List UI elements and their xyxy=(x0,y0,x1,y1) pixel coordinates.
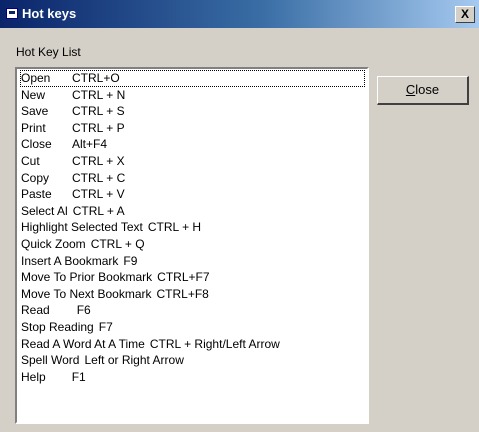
hot-key-shortcut: CTRL + H xyxy=(147,220,202,235)
hot-key-action: Stop Reading xyxy=(21,319,94,334)
hot-key-item[interactable]: Paste CTRL + V xyxy=(21,186,367,203)
hot-key-shortcut: CTRL + S xyxy=(72,104,125,119)
app-window-icon xyxy=(6,8,18,19)
hot-key-item[interactable]: Save CTRL + S xyxy=(21,103,367,120)
hot-key-item[interactable]: Copy CTRL + C xyxy=(21,170,367,187)
hot-key-action: Save xyxy=(21,104,49,119)
hot-key-item[interactable]: Move To Next Bookmark CTRL+F8 xyxy=(21,286,367,303)
hot-key-action: Help xyxy=(21,369,46,384)
hot-key-item[interactable]: Cut CTRL + X xyxy=(21,153,367,170)
hot-key-item[interactable]: Read A Word At A Time CTRL + Right/Left A… xyxy=(21,336,367,353)
hot-key-action: Spell Word xyxy=(21,353,80,368)
hot-key-action: Close xyxy=(21,137,52,152)
hot-key-shortcut: F9 xyxy=(123,253,138,268)
hot-key-item[interactable]: New CTRL + N xyxy=(21,87,367,104)
hot-key-item[interactable]: Quick Zoom CTRL + Q xyxy=(21,236,367,253)
close-button-label: lose xyxy=(415,82,440,97)
close-button[interactable]: Close xyxy=(377,76,469,105)
hot-key-action: Highlight Selected Text xyxy=(21,220,143,235)
hot-key-action: Cut xyxy=(21,153,40,168)
hot-key-action: Quick Zoom xyxy=(21,236,86,251)
hot-key-action: Select Al xyxy=(21,203,68,218)
hot-key-shortcut: CTRL + C xyxy=(72,170,126,185)
hot-key-shortcut: CTRL+F8 xyxy=(156,286,209,301)
hot-key-item[interactable]: Close Alt+F4 xyxy=(21,136,367,153)
hot-key-shortcut: CTRL+F7 xyxy=(157,270,210,285)
hot-key-shortcut: Alt+F4 xyxy=(72,137,108,152)
hot-key-item[interactable]: Read F6 xyxy=(21,302,367,319)
hot-key-action: Open xyxy=(21,71,51,85)
hot-key-action: Paste xyxy=(21,187,52,202)
hot-key-listbox[interactable]: Open CTRL+O New CTRL + N Save CTRL + S Print CT… xyxy=(15,67,369,424)
hot-key-action: Copy xyxy=(21,170,50,185)
hot-key-shortcut: Left or Right Arrow xyxy=(84,353,184,368)
hot-key-action: Read xyxy=(21,303,50,318)
hot-key-action: Insert A Bookmark xyxy=(21,253,119,268)
hot-key-shortcut: CTRL + Q xyxy=(90,236,145,251)
hot-key-item[interactable]: Stop Reading F7 xyxy=(21,319,367,336)
hot-key-action: Move To Prior Bookmark xyxy=(21,270,153,285)
hot-key-shortcut: F1 xyxy=(71,369,86,384)
hot-key-shortcut: CTRL + A xyxy=(72,203,125,218)
hot-key-action: Print xyxy=(21,120,46,135)
hot-key-shortcut: CTRL + P xyxy=(72,120,125,135)
hot-key-item[interactable]: Move To Prior Bookmark CTRL+F7 xyxy=(21,269,367,286)
close-button-mnemonic: C xyxy=(405,82,416,97)
hot-key-item[interactable]: Highlight Selected Text CTRL + H xyxy=(21,219,367,236)
hot-key-item[interactable]: Insert A Bookmark F9 xyxy=(21,253,367,270)
hot-key-shortcut: F7 xyxy=(98,319,113,334)
hot-key-shortcut: CTRL + N xyxy=(72,87,126,102)
hot-key-item[interactable]: Select Al CTRL + A xyxy=(21,203,367,220)
hot-key-shortcut: CTRL + X xyxy=(72,153,125,168)
hot-key-item[interactable]: Spell Word Left or Right Arrow xyxy=(21,352,367,369)
hot-key-shortcut: F6 xyxy=(76,303,91,318)
hot-key-shortcut: CTRL + V xyxy=(72,187,125,202)
hot-key-action: Move To Next Bookmark xyxy=(21,286,152,301)
hot-key-list-label: Hot Key List xyxy=(16,45,81,59)
hot-key-item[interactable]: Open CTRL+O xyxy=(20,70,365,87)
window-title: Hot keys xyxy=(22,6,77,21)
hot-key-shortcut: CTRL+O xyxy=(72,71,120,85)
close-window-button[interactable]: X xyxy=(455,6,475,23)
hot-key-item[interactable]: Print CTRL + P xyxy=(21,120,367,137)
title-bar: Hot keys X xyxy=(0,0,479,29)
hot-key-action: Read A Word At A Time xyxy=(21,336,145,351)
hot-key-item[interactable]: Help F1 xyxy=(21,369,367,386)
hot-key-shortcut: CTRL + Right/Left Arrow xyxy=(149,336,280,351)
hot-key-action: New xyxy=(21,87,46,102)
